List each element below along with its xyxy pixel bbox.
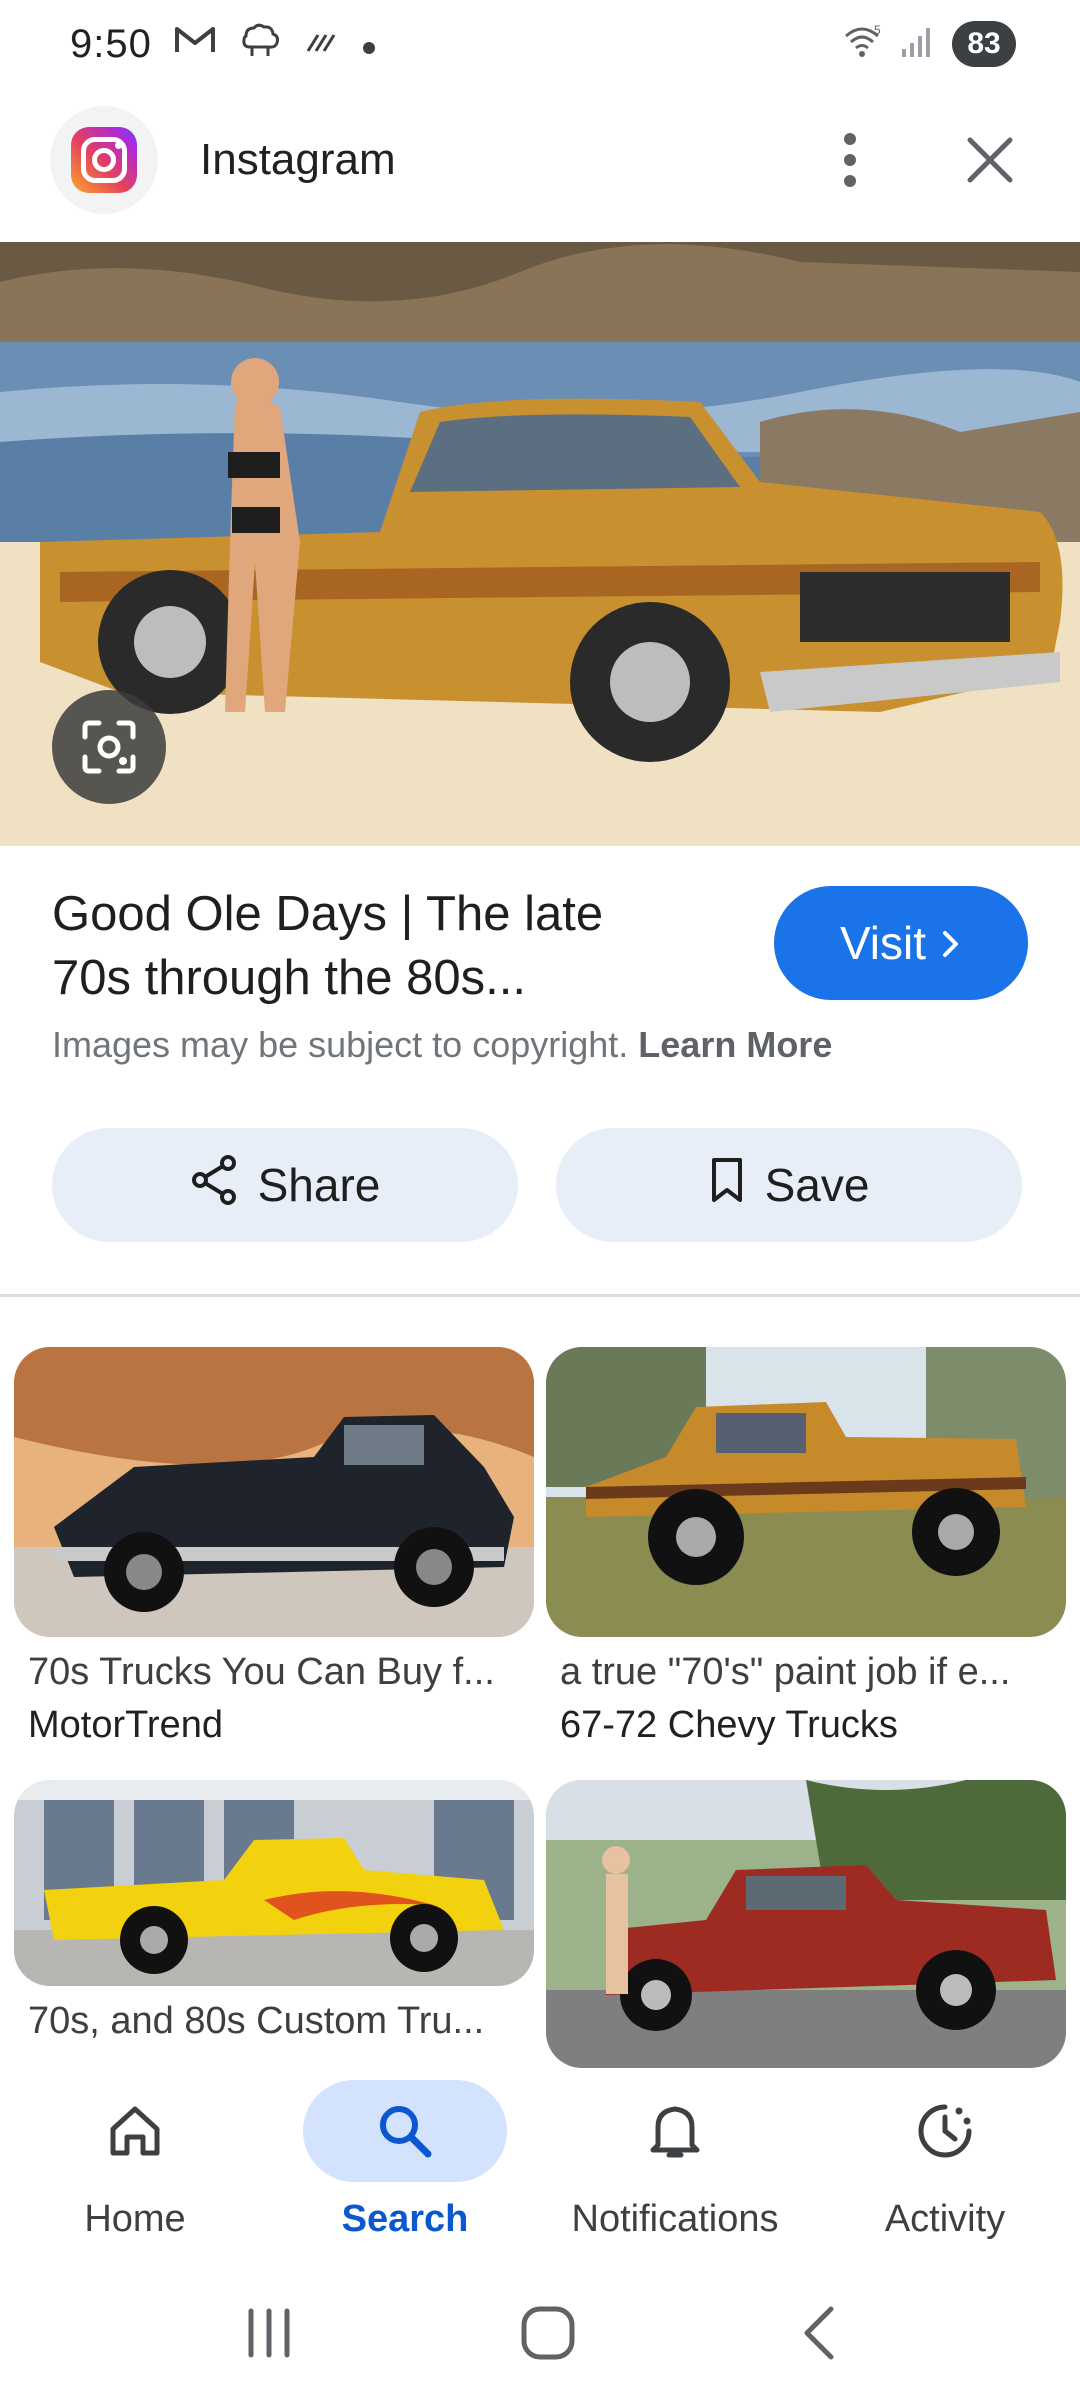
status-time: 9:50: [70, 21, 152, 66]
nav-notifications-label: Notifications: [571, 2198, 779, 2240]
instagram-glyph: [71, 127, 137, 193]
svg-text:5: 5: [874, 24, 881, 37]
dot-icon: [362, 25, 376, 64]
related-card[interactable]: a true "70's" paint job if e... 67-72 Ch…: [546, 1347, 1066, 1747]
nav-search-label: Search: [341, 2198, 469, 2240]
app-header: Instagram: [0, 100, 1080, 220]
home-system-icon[interactable]: [518, 2303, 578, 2368]
missed-call-icon: [304, 25, 340, 64]
related-title: 70s Trucks You Can Buy f...: [28, 1651, 495, 1693]
related-source: 67-72 Chevy Trucks: [560, 1704, 898, 1746]
search-icon: [303, 2080, 507, 2182]
nav-home-label: Home: [84, 2198, 186, 2240]
related-thumbnail[interactable]: [546, 1347, 1066, 1637]
related-card[interactable]: 70s, and 80s Custom Tru...: [14, 1780, 534, 2043]
nav-home[interactable]: Home: [0, 2068, 270, 2254]
back-icon[interactable]: [799, 2303, 839, 2368]
chevron-right-icon: [940, 916, 962, 970]
divider: [0, 1294, 1080, 1297]
related-title: a true "70's" paint job if e...: [560, 1651, 1011, 1693]
nav-activity-label: Activity: [884, 2198, 1006, 2240]
system-navigation: [0, 2270, 1080, 2400]
status-left: 9:50: [70, 22, 376, 67]
related-thumbnail[interactable]: [546, 1780, 1066, 2068]
bookmark-icon: [709, 1156, 745, 1215]
instagram-logo[interactable]: [50, 106, 158, 214]
sheep-icon: [238, 22, 282, 67]
more-vert-icon[interactable]: [810, 120, 890, 200]
nav-activity[interactable]: Activity: [810, 2068, 1080, 2254]
lens-icon[interactable]: [52, 690, 166, 804]
activity-icon: [843, 2080, 1047, 2182]
hero-image[interactable]: [0, 242, 1080, 846]
related-source: MotorTrend: [28, 1704, 223, 1746]
related-card[interactable]: [546, 1780, 1066, 2068]
signal-icon: [900, 25, 934, 64]
related-card[interactable]: 70s Trucks You Can Buy f... MotorTrend: [14, 1347, 534, 1747]
result-title[interactable]: Good Ole Days | The late 70s through the…: [52, 882, 672, 1010]
bell-icon: [573, 2080, 777, 2182]
wifi-icon: 5: [842, 23, 882, 65]
battery-indicator: 83: [952, 21, 1016, 67]
close-icon[interactable]: [950, 120, 1030, 200]
save-button[interactable]: Save: [556, 1128, 1022, 1242]
save-label: Save: [764, 1159, 870, 1211]
bottom-navigation: Home Search Notifications Activity: [0, 2068, 1080, 2254]
visit-label: Visit: [839, 917, 927, 969]
recent-apps-icon[interactable]: [241, 2305, 297, 2366]
related-thumbnail[interactable]: [14, 1347, 534, 1637]
share-button[interactable]: Share: [52, 1128, 518, 1242]
related-title: 70s, and 80s Custom Tru...: [28, 2000, 485, 2042]
site-name[interactable]: Instagram: [200, 135, 810, 185]
status-bar: 9:50 5 83: [0, 0, 1080, 88]
copyright-text: Images may be subject to copyright.: [52, 1024, 629, 1065]
nav-search[interactable]: Search: [270, 2068, 540, 2254]
related-thumbnail[interactable]: [14, 1780, 534, 1986]
status-right: 5 83: [842, 21, 1016, 67]
nav-notifications[interactable]: Notifications: [540, 2068, 810, 2254]
home-icon: [33, 2080, 237, 2182]
share-label: Share: [257, 1159, 381, 1211]
share-icon: [190, 1154, 238, 1217]
learn-more-link[interactable]: Learn More: [638, 1024, 832, 1065]
copyright-notice: Images may be subject to copyright. Lear…: [52, 1024, 832, 1066]
visit-button[interactable]: Visit: [774, 886, 1028, 1000]
gmail-icon: [174, 24, 216, 65]
